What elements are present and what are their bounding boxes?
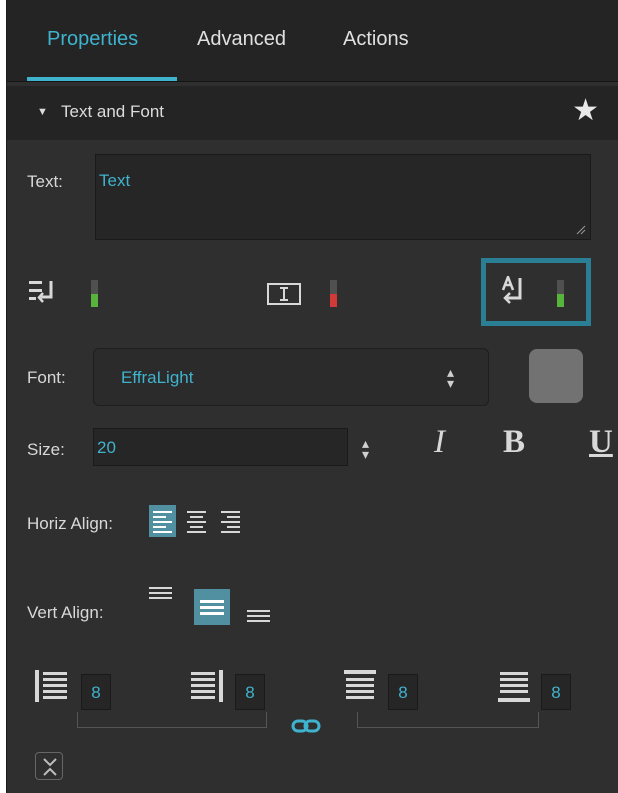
align-right-button[interactable]: [217, 505, 244, 537]
align-center-icon: [187, 511, 206, 533]
valign-middle-button[interactable]: [194, 589, 230, 625]
size-value: 20: [97, 438, 116, 457]
valign-bottom-button[interactable]: [245, 594, 272, 626]
auto-size-return-icon[interactable]: [501, 276, 527, 306]
text-label: Text:: [27, 172, 63, 191]
collapse-button[interactable]: [35, 752, 63, 780]
select-arrows-icon: ▴ ▾: [447, 364, 455, 392]
padding-left-icon: [35, 670, 67, 702]
section-header-text-and-font[interactable]: ▼ Text and Font ★: [7, 86, 618, 140]
properties-panel: Properties Advanced Actions ▼ Text and F…: [6, 0, 618, 793]
padding-link-connector-right: [357, 712, 539, 728]
tab-advanced[interactable]: Advanced: [197, 28, 286, 51]
align-center-button[interactable]: [183, 505, 210, 537]
auto-size-highlight: [481, 258, 591, 326]
text-input[interactable]: Text: [95, 154, 591, 240]
vert-align-label: Vert Align:: [27, 603, 104, 622]
collapse-chevrons-icon: [43, 758, 57, 776]
section-title: Text and Font: [61, 102, 165, 121]
active-tab-indicator: [27, 77, 177, 81]
resize-grip-icon[interactable]: [576, 225, 586, 235]
link-chain-icon[interactable]: [291, 718, 321, 734]
tab-properties[interactable]: Properties: [47, 28, 138, 51]
padding-left-input[interactable]: 8: [81, 674, 111, 710]
auto-size-toggle[interactable]: [557, 280, 564, 307]
disclosure-triangle-icon[interactable]: ▼: [37, 106, 48, 118]
align-left-icon: [153, 511, 172, 533]
text-value: Text: [99, 171, 131, 190]
align-left-button[interactable]: [149, 505, 176, 537]
underline-button[interactable]: U: [589, 424, 613, 461]
align-right-icon: [221, 511, 240, 533]
italic-button[interactable]: I: [434, 424, 445, 461]
padding-bottom-input[interactable]: 8: [541, 674, 571, 710]
font-color-swatch[interactable]: [529, 349, 583, 403]
tab-actions[interactable]: Actions: [343, 28, 409, 51]
tab-bar: Properties Advanced Actions: [7, 0, 618, 82]
horiz-align-label: Horiz Align:: [27, 514, 113, 533]
star-icon[interactable]: ★: [572, 96, 599, 126]
text-cursor-box-icon[interactable]: [267, 283, 301, 305]
text-cursor-box-toggle[interactable]: [330, 280, 337, 307]
font-label: Font:: [27, 368, 66, 387]
padding-top-input[interactable]: 8: [388, 674, 418, 710]
valign-bottom-icon: [247, 610, 270, 622]
word-wrap-toggle[interactable]: [91, 280, 98, 307]
size-stepper-icon[interactable]: ▴ ▾: [362, 436, 369, 461]
valign-top-button[interactable]: [147, 583, 174, 615]
padding-bottom-icon: [498, 672, 530, 702]
padding-top-icon: [344, 670, 376, 699]
size-input[interactable]: 20: [93, 428, 348, 466]
padding-link-connector-left: [77, 712, 267, 728]
valign-middle-icon: [200, 600, 224, 615]
bold-button[interactable]: B: [503, 424, 525, 461]
word-wrap-icon[interactable]: [29, 280, 57, 304]
font-value: EffraLight: [121, 368, 194, 387]
padding-right-input[interactable]: 8: [235, 674, 265, 710]
valign-top-icon: [149, 587, 172, 599]
font-select[interactable]: EffraLight ▴ ▾: [93, 348, 489, 406]
padding-right-icon: [191, 670, 223, 702]
size-label: Size:: [27, 440, 65, 459]
